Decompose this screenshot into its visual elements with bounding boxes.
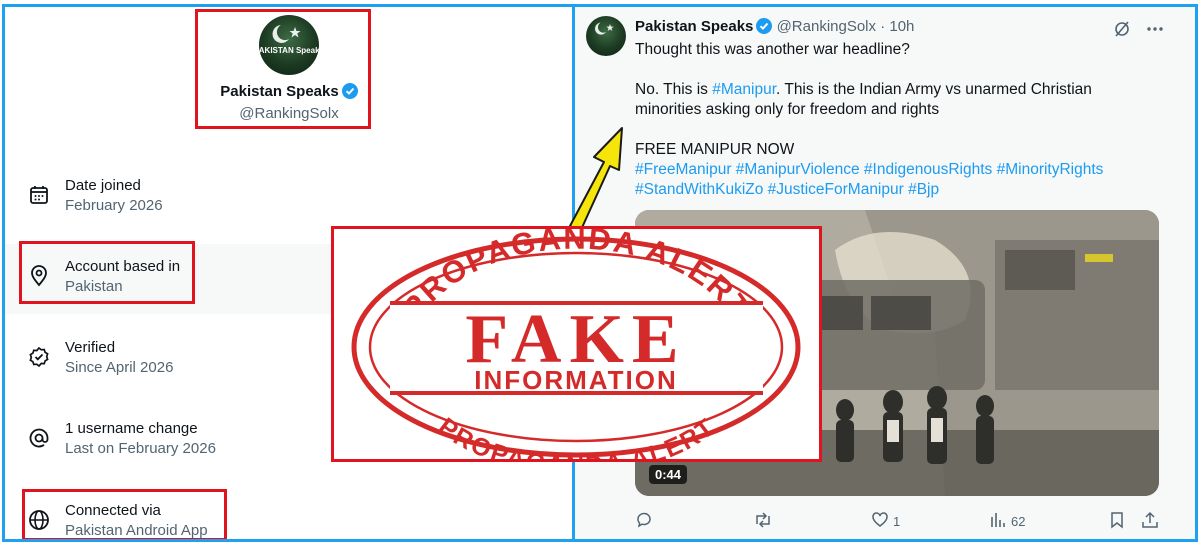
tweet-line-3: minorities asking only for freedom and r… bbox=[635, 101, 940, 118]
repost-button[interactable] bbox=[753, 511, 773, 532]
views-chart-icon bbox=[989, 511, 1007, 532]
tweet-time[interactable]: 10h bbox=[889, 18, 914, 35]
tweet-author-name[interactable]: Pakistan Speaks bbox=[635, 18, 753, 35]
tweet-line-2-post: . This is the Indian Army vs unarmed Chr… bbox=[776, 81, 1092, 98]
share-button[interactable] bbox=[1141, 511, 1159, 532]
like-count: 1 bbox=[893, 514, 901, 529]
hashtag-manipur-link[interactable]: #Manipur bbox=[712, 81, 776, 98]
about-row-label: Verified bbox=[65, 339, 116, 356]
about-row-value: Last on February 2026 bbox=[65, 440, 216, 457]
views-button[interactable]: 62 bbox=[989, 511, 1025, 532]
share-icon bbox=[1141, 511, 1159, 532]
calendar-icon bbox=[27, 183, 51, 207]
profile-highlight-box bbox=[195, 9, 371, 129]
hashtags-line-1[interactable]: #FreeManipur #ManipurViolence #Indigenou… bbox=[635, 160, 1103, 180]
svg-text:PROPAGANDA ALERT: PROPAGANDA ALERT bbox=[433, 412, 721, 459]
verified-badge-icon bbox=[756, 18, 773, 34]
tweet-header: Pakistan Speaks @RankingSolx · 10h bbox=[635, 18, 914, 35]
reply-button[interactable] bbox=[635, 511, 653, 532]
hashtags-line-2[interactable]: #StandWithKukiZo #JusticeForManipur #Bjp bbox=[635, 180, 939, 200]
tweet-avatar[interactable] bbox=[586, 16, 626, 56]
fake-information-stamp: PROPAGANDA ALERT FAKE INFORMATION PROPAG… bbox=[331, 221, 822, 480]
about-row-date-joined: Date joined February 2026 bbox=[5, 163, 573, 233]
dot-separator: · bbox=[880, 18, 886, 35]
about-row-label: 1 username change bbox=[65, 420, 198, 437]
reply-icon bbox=[635, 511, 653, 532]
more-options-icon[interactable] bbox=[1145, 20, 1165, 38]
about-row-value: Since April 2026 bbox=[65, 359, 174, 376]
stamp-bottom-arc-text: PROPAGANDA ALERT bbox=[433, 412, 719, 479]
about-row-value: February 2026 bbox=[65, 197, 163, 214]
location-highlight-box bbox=[19, 241, 195, 304]
repost-icon bbox=[753, 511, 773, 532]
verified-check-icon bbox=[27, 345, 51, 369]
about-row-label: Date joined bbox=[65, 177, 141, 194]
heart-icon bbox=[871, 511, 889, 532]
video-duration: 0:44 bbox=[649, 465, 688, 484]
tweet-line-4: FREE MANIPUR NOW bbox=[635, 141, 795, 158]
grok-icon[interactable] bbox=[1113, 20, 1131, 38]
tweet-line-2-pre: No. This is bbox=[635, 81, 713, 98]
at-sign-icon bbox=[27, 426, 51, 450]
stamp-sub-text: INFORMATION bbox=[474, 365, 678, 395]
like-button[interactable]: 1 bbox=[871, 511, 900, 532]
bookmark-icon bbox=[1109, 511, 1125, 532]
tweet-line-1: Thought this was another war headline? bbox=[635, 41, 910, 58]
tweet-line-2: No. This is #Manipur. This is the Indian… bbox=[635, 80, 1092, 100]
bookmark-button[interactable] bbox=[1109, 511, 1125, 532]
connected-via-highlight-box bbox=[22, 489, 227, 539]
view-count: 62 bbox=[1011, 514, 1026, 529]
yellow-arrow-icon bbox=[569, 127, 623, 233]
tweet-author-handle[interactable]: @RankingSolx bbox=[777, 18, 876, 35]
